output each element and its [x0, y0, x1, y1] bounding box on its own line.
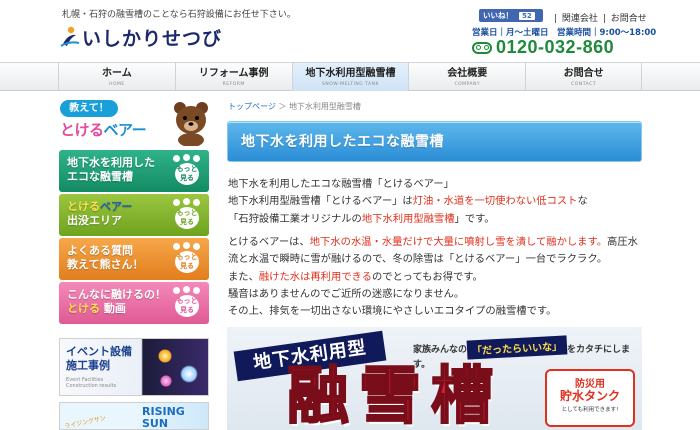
paw-icon: もっと 見る	[170, 286, 204, 320]
bear-banner[interactable]: 教えて！ とけるベアー	[60, 100, 210, 148]
free-dial-icon	[472, 41, 492, 54]
phone-number-block[interactable]: 0120-032-860	[472, 37, 614, 58]
page-title-bar: 地下水を利用したエコな融雪槽	[227, 121, 642, 162]
hero-big-title: 融雪槽	[286, 359, 504, 430]
related-companies-link[interactable]: 関連会社	[562, 14, 598, 24]
top-links: | 関連会社 | お問合せ	[554, 14, 647, 24]
phone-number: 0120-032-860	[496, 37, 615, 57]
nav-home[interactable]: ホーム HOME	[58, 63, 175, 91]
paw-icon: もっと 見る	[170, 242, 204, 276]
intro-paragraph: 地下水を利用したエコな融雪槽「とけるベアー」 地下水利用型融雪槽「とけるベアー」…	[228, 178, 588, 225]
nav-contact[interactable]: お問合せ CONTACT	[525, 63, 642, 91]
breadcrumb-home-link[interactable]: トップページ	[228, 102, 276, 111]
facebook-like-label: いいね！	[483, 11, 513, 20]
contact-link[interactable]: お問合せ	[611, 14, 647, 24]
sidebar-faq-button[interactable]: よくある質問 教えて熊さん！ もっと 見る	[59, 238, 209, 280]
site-logo[interactable]: いしかりせつび	[60, 24, 222, 50]
page-title: 地下水を利用したエコな融雪槽	[241, 134, 444, 150]
site-tagline: 札幌・石狩の融雪槽のことなら石狩設備にお任せ下さい。	[62, 10, 296, 20]
bear-bubble: 教えて！	[60, 100, 118, 117]
sidebar-area-button[interactable]: とけるベアー 出没エリア もっと 見る	[59, 194, 209, 236]
global-nav: ホーム HOME リフォーム事例 REFORM 地下水利用型融雪槽 SNOW-M…	[0, 62, 700, 91]
hero-banner: 地下水利用型 家族みんなの 「だったらいいな」 をカタチにします。 融雪槽 防災用 …	[227, 327, 642, 430]
event-light-icon	[160, 375, 172, 387]
paw-icon: もっと 見る	[170, 198, 204, 232]
description-paragraph: とけるベアーは、地下水の水温・水量だけで大量に噴射し雪を潰して融かします。高圧水…	[228, 236, 638, 318]
sidebar-eco-tank-button[interactable]: 地下水を利用した エコな融雪槽 もっと 見る	[59, 150, 209, 192]
paw-icon: もっと 見る	[170, 154, 204, 188]
breadcrumb: トップページ ＞ 地下水利用型融雪槽	[228, 102, 361, 111]
disaster-tank-badge: 防災用 貯水タンク としても利用できます!	[545, 369, 635, 427]
bear-banner-title: とけるベアー	[60, 121, 147, 139]
facebook-like-count: 52	[519, 11, 535, 20]
rising-sun-banner[interactable]: ライジングサン RISING SUN	[59, 402, 209, 430]
facebook-like-button[interactable]: いいね！ 52	[479, 9, 543, 22]
sidebar-video-button[interactable]: こんなに融けるの！ とける 動画 もっと 見る	[59, 282, 209, 324]
logo-mark-icon	[60, 26, 80, 48]
event-light-icon	[158, 349, 172, 363]
event-facilities-banner[interactable]: イベント設備 施工事例 Event Facilities Construction …	[59, 338, 209, 396]
logo-text: いしかりせつび	[82, 27, 223, 50]
nav-snow-melting-tank[interactable]: 地下水利用型融雪槽 SNOW-MELTING TANK	[291, 63, 409, 91]
event-light-icon	[180, 365, 198, 383]
bear-mascot-icon	[172, 100, 210, 147]
breadcrumb-current: 地下水利用型融雪槽	[288, 102, 361, 111]
nav-company[interactable]: 会社概要 COMPANY	[408, 63, 525, 91]
nav-reform[interactable]: リフォーム事例 REFORM	[174, 63, 292, 91]
